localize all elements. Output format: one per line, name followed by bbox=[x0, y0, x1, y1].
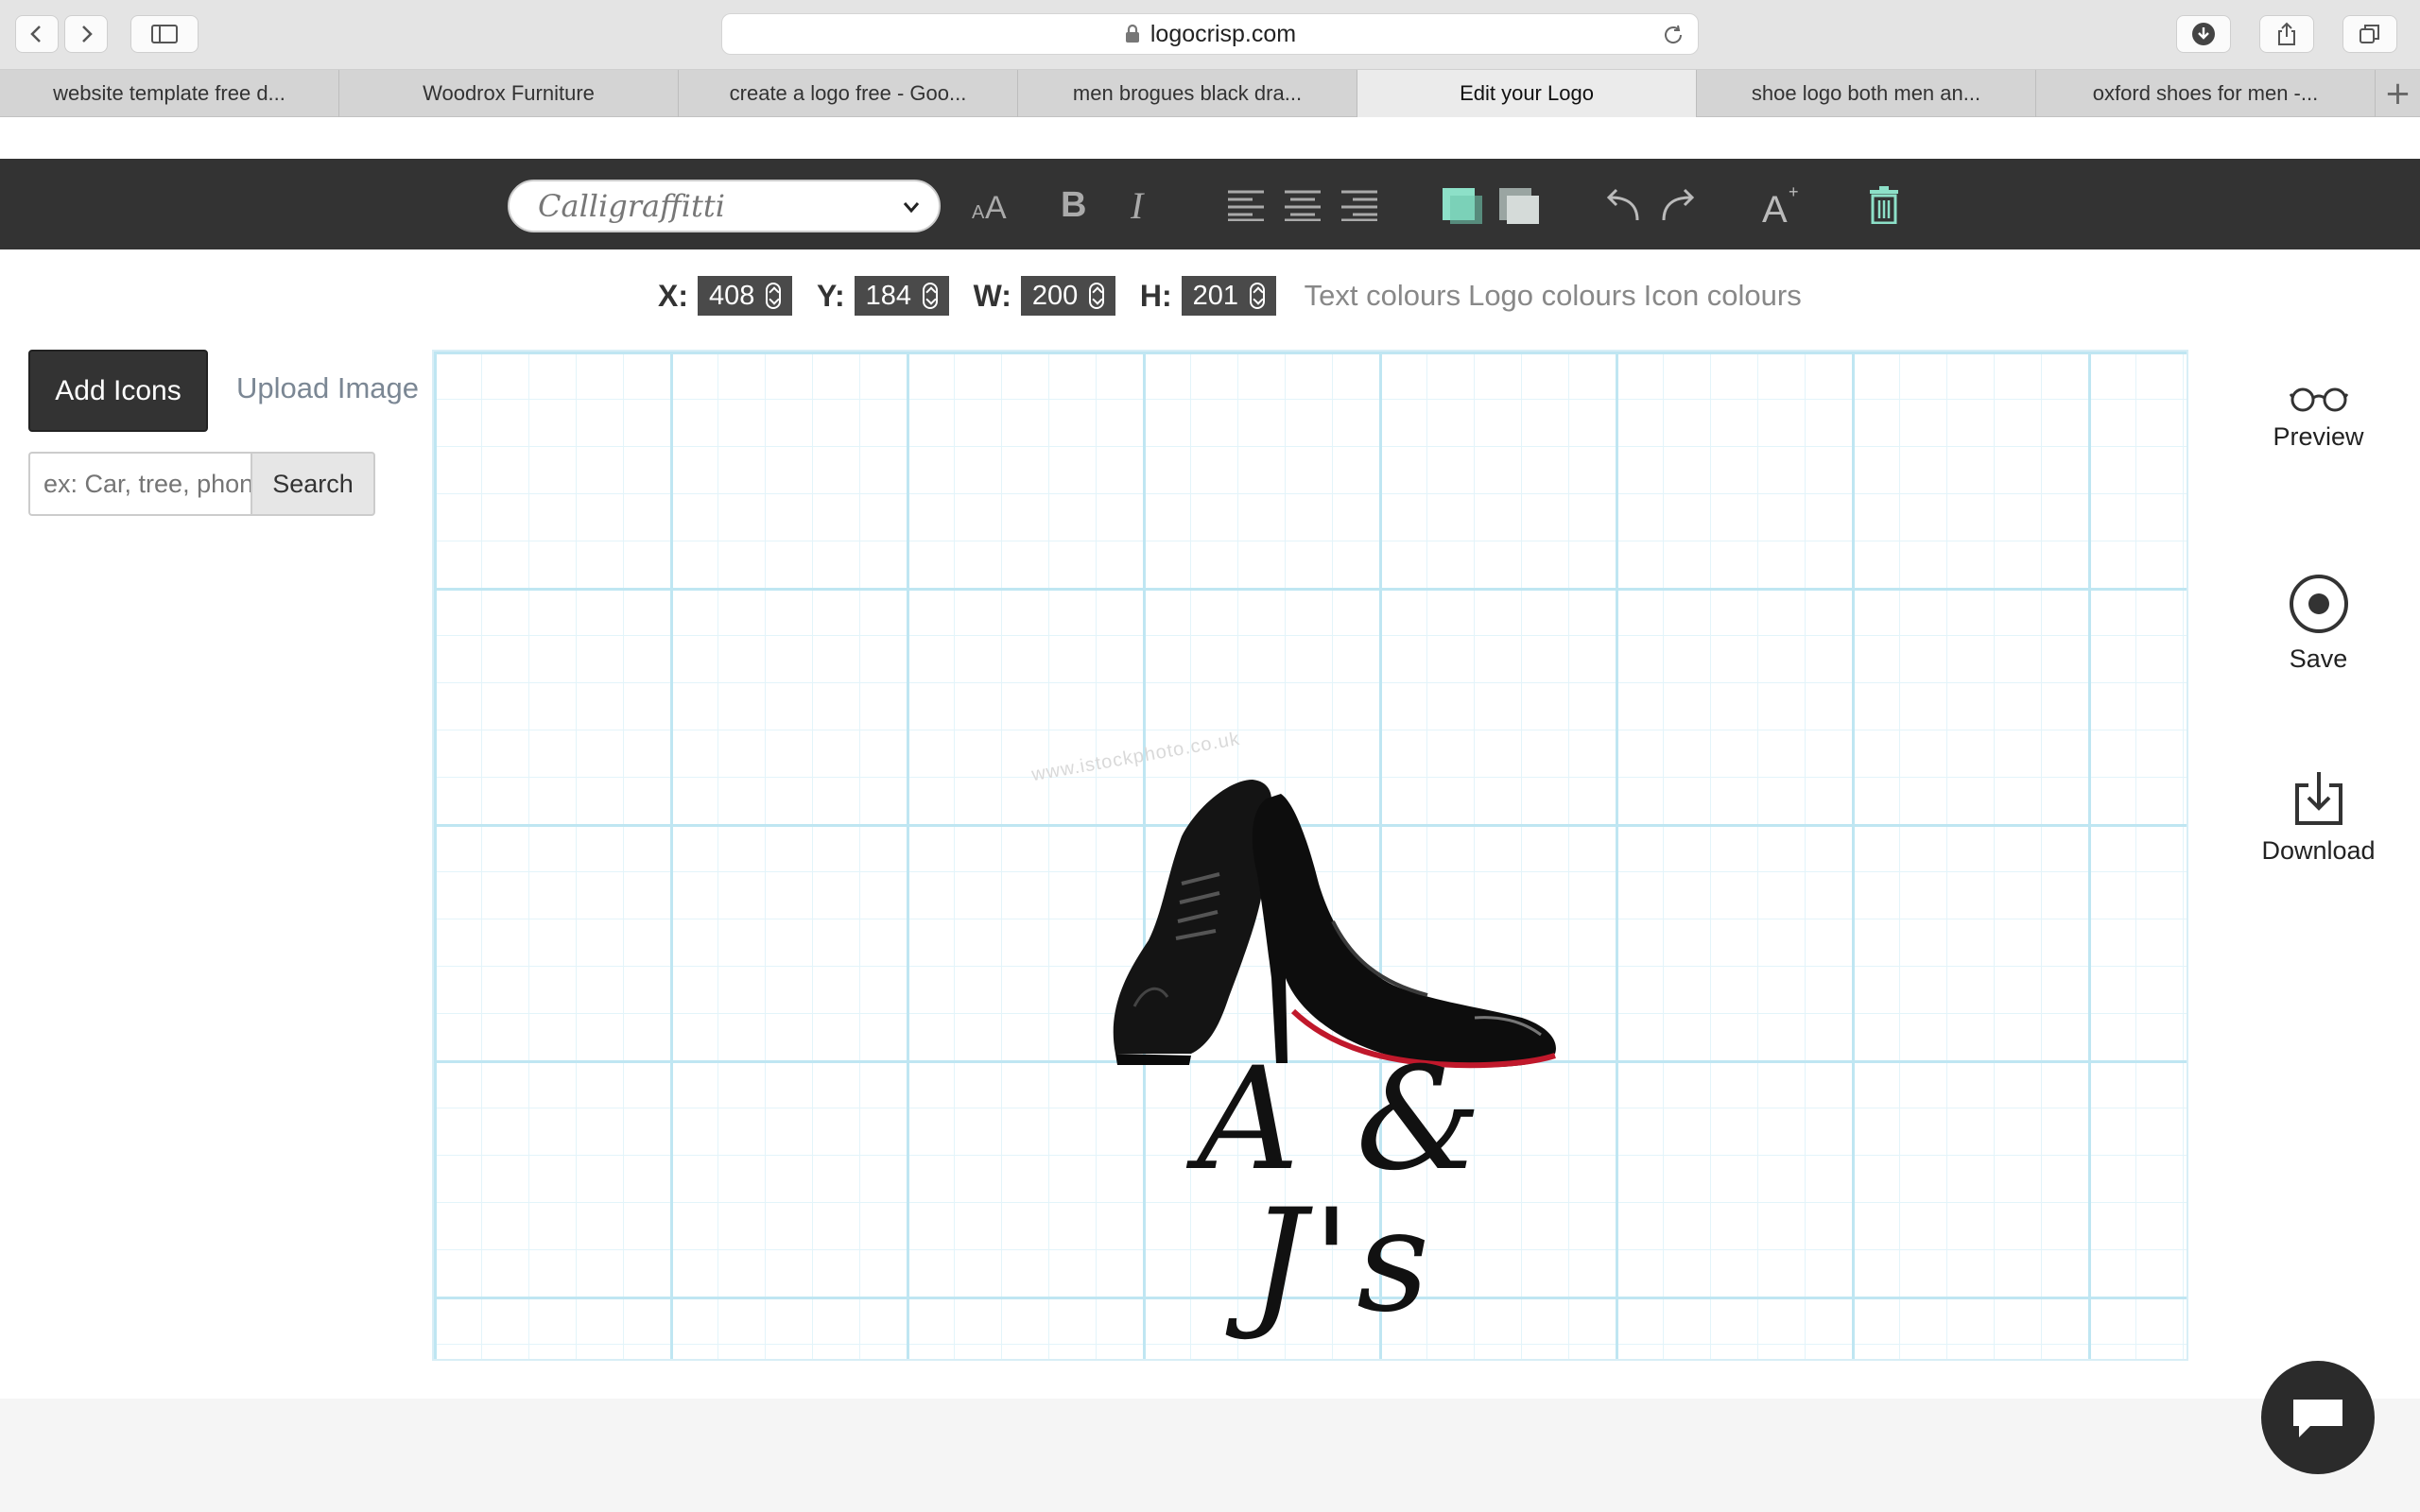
share-button[interactable] bbox=[2259, 15, 2314, 53]
editor-toolbar: Calligraffitti AA B I A + bbox=[0, 159, 2420, 249]
text-color-icon[interactable] bbox=[1441, 185, 1482, 225]
y-input[interactable]: 184 bbox=[854, 276, 949, 316]
x-value: 408 bbox=[709, 280, 755, 311]
chat-icon bbox=[2293, 1400, 2342, 1437]
position-bar: X: 408 Y: 184 W: 200 H: 201 Text colours… bbox=[658, 272, 1809, 319]
x-label: X: bbox=[658, 278, 688, 313]
y-label: Y: bbox=[817, 278, 845, 313]
search-button[interactable]: Search bbox=[251, 452, 375, 516]
y-value: 184 bbox=[865, 280, 912, 311]
oxford-shoe-graphic bbox=[1113, 780, 1271, 1065]
svg-text:A: A bbox=[1762, 189, 1788, 226]
target-icon bbox=[2289, 575, 2348, 633]
logo-colours-link[interactable]: Logo colours bbox=[1468, 279, 1636, 312]
undo-icon[interactable] bbox=[1603, 185, 1641, 225]
save-label: Save bbox=[2289, 644, 2348, 673]
browser-tab[interactable]: website template free d... bbox=[0, 70, 339, 117]
browser-tab[interactable]: Woodrox Furniture bbox=[339, 70, 679, 117]
logo-text[interactable]: A & J's bbox=[1097, 1049, 1588, 1332]
browser-tab-active[interactable]: Edit your Logo bbox=[1357, 70, 1697, 117]
preview-label: Preview bbox=[2273, 422, 2364, 451]
browser-tab[interactable]: shoe logo both men an... bbox=[1697, 70, 2036, 117]
svg-text:A: A bbox=[972, 202, 985, 222]
url-text: logocrisp.com bbox=[1150, 20, 1297, 47]
forward-button[interactable] bbox=[64, 15, 108, 53]
spinner-icon[interactable] bbox=[766, 283, 781, 309]
share-icon bbox=[2278, 22, 2295, 45]
chevron-down-icon bbox=[903, 202, 920, 214]
svg-text:+: + bbox=[1789, 184, 1799, 201]
download-icon bbox=[2294, 772, 2342, 825]
h-label: H: bbox=[1139, 278, 1172, 313]
h-input[interactable]: 201 bbox=[1181, 276, 1276, 316]
spinner-icon[interactable] bbox=[1088, 283, 1104, 309]
tabs-icon bbox=[2360, 25, 2379, 43]
font-family-select[interactable]: Calligraffitti bbox=[508, 180, 941, 232]
x-input[interactable]: 408 bbox=[698, 276, 792, 316]
icon-colours-link[interactable]: Icon colours bbox=[1644, 279, 1802, 312]
sidebar-toggle-button[interactable] bbox=[130, 15, 199, 53]
w-value: 200 bbox=[1031, 280, 1079, 311]
stiletto-shoe-graphic bbox=[1252, 794, 1556, 1069]
icon-search-input[interactable] bbox=[28, 452, 251, 516]
bold-button[interactable]: B bbox=[1061, 185, 1086, 225]
redo-icon[interactable] bbox=[1660, 185, 1698, 225]
align-center-icon[interactable] bbox=[1284, 185, 1322, 225]
add-text-icon[interactable]: A + bbox=[1762, 184, 1804, 226]
colour-links: Text colours Logo colours Icon colours bbox=[1305, 279, 1809, 313]
preview-button[interactable]: Preview bbox=[2250, 383, 2387, 452]
new-tab-button[interactable]: + bbox=[2376, 70, 2420, 116]
w-label: W: bbox=[973, 278, 1011, 313]
browser-tab[interactable]: men brogues black dra... bbox=[1018, 70, 1357, 117]
upload-image-link[interactable]: Upload Image bbox=[236, 371, 419, 405]
text-colours-link[interactable]: Text colours bbox=[1305, 279, 1461, 312]
add-icons-button[interactable]: Add Icons bbox=[28, 350, 208, 432]
lock-icon bbox=[1124, 24, 1141, 44]
save-button[interactable]: Save bbox=[2250, 573, 2387, 674]
download-button[interactable]: Download bbox=[2250, 770, 2387, 866]
align-left-icon[interactable] bbox=[1227, 185, 1265, 225]
footer-band bbox=[0, 1399, 2420, 1512]
downloads-button[interactable] bbox=[2176, 15, 2231, 53]
align-right-icon[interactable] bbox=[1340, 185, 1378, 225]
background-color-icon[interactable] bbox=[1497, 185, 1539, 225]
italic-button[interactable]: I bbox=[1131, 184, 1143, 227]
font-family-value: Calligraffitti bbox=[538, 188, 725, 224]
chevron-left-icon bbox=[30, 26, 41, 43]
tab-bar: website template free d... Woodrox Furni… bbox=[0, 70, 2420, 117]
back-button[interactable] bbox=[15, 15, 59, 53]
trash-icon[interactable] bbox=[1868, 185, 1900, 225]
reload-icon[interactable] bbox=[1662, 24, 1685, 46]
font-size-icon[interactable]: AA bbox=[972, 185, 1013, 225]
browser-tab[interactable]: create a logo free - Goo... bbox=[679, 70, 1018, 117]
address-bar[interactable]: logocrisp.com bbox=[721, 13, 1699, 55]
tabs-overview-button[interactable] bbox=[2342, 15, 2397, 53]
w-input[interactable]: 200 bbox=[1020, 276, 1115, 316]
browser-toolbar: logocrisp.com bbox=[0, 0, 2420, 70]
browser-tab[interactable]: oxford shoes for men -... bbox=[2036, 70, 2376, 117]
shoes-image[interactable] bbox=[1078, 770, 1569, 1073]
icon-search: Search bbox=[28, 452, 375, 516]
download-circle-icon bbox=[2192, 23, 2215, 45]
spinner-icon[interactable] bbox=[1249, 283, 1265, 309]
glasses-icon bbox=[2289, 387, 2348, 412]
spinner-icon[interactable] bbox=[922, 283, 938, 309]
download-label: Download bbox=[2261, 836, 2376, 865]
svg-text:A: A bbox=[985, 190, 1007, 222]
h-value: 201 bbox=[1192, 280, 1239, 311]
chat-button[interactable] bbox=[2261, 1361, 2375, 1474]
chevron-right-icon bbox=[82, 26, 93, 43]
sidebar-icon bbox=[151, 25, 178, 43]
